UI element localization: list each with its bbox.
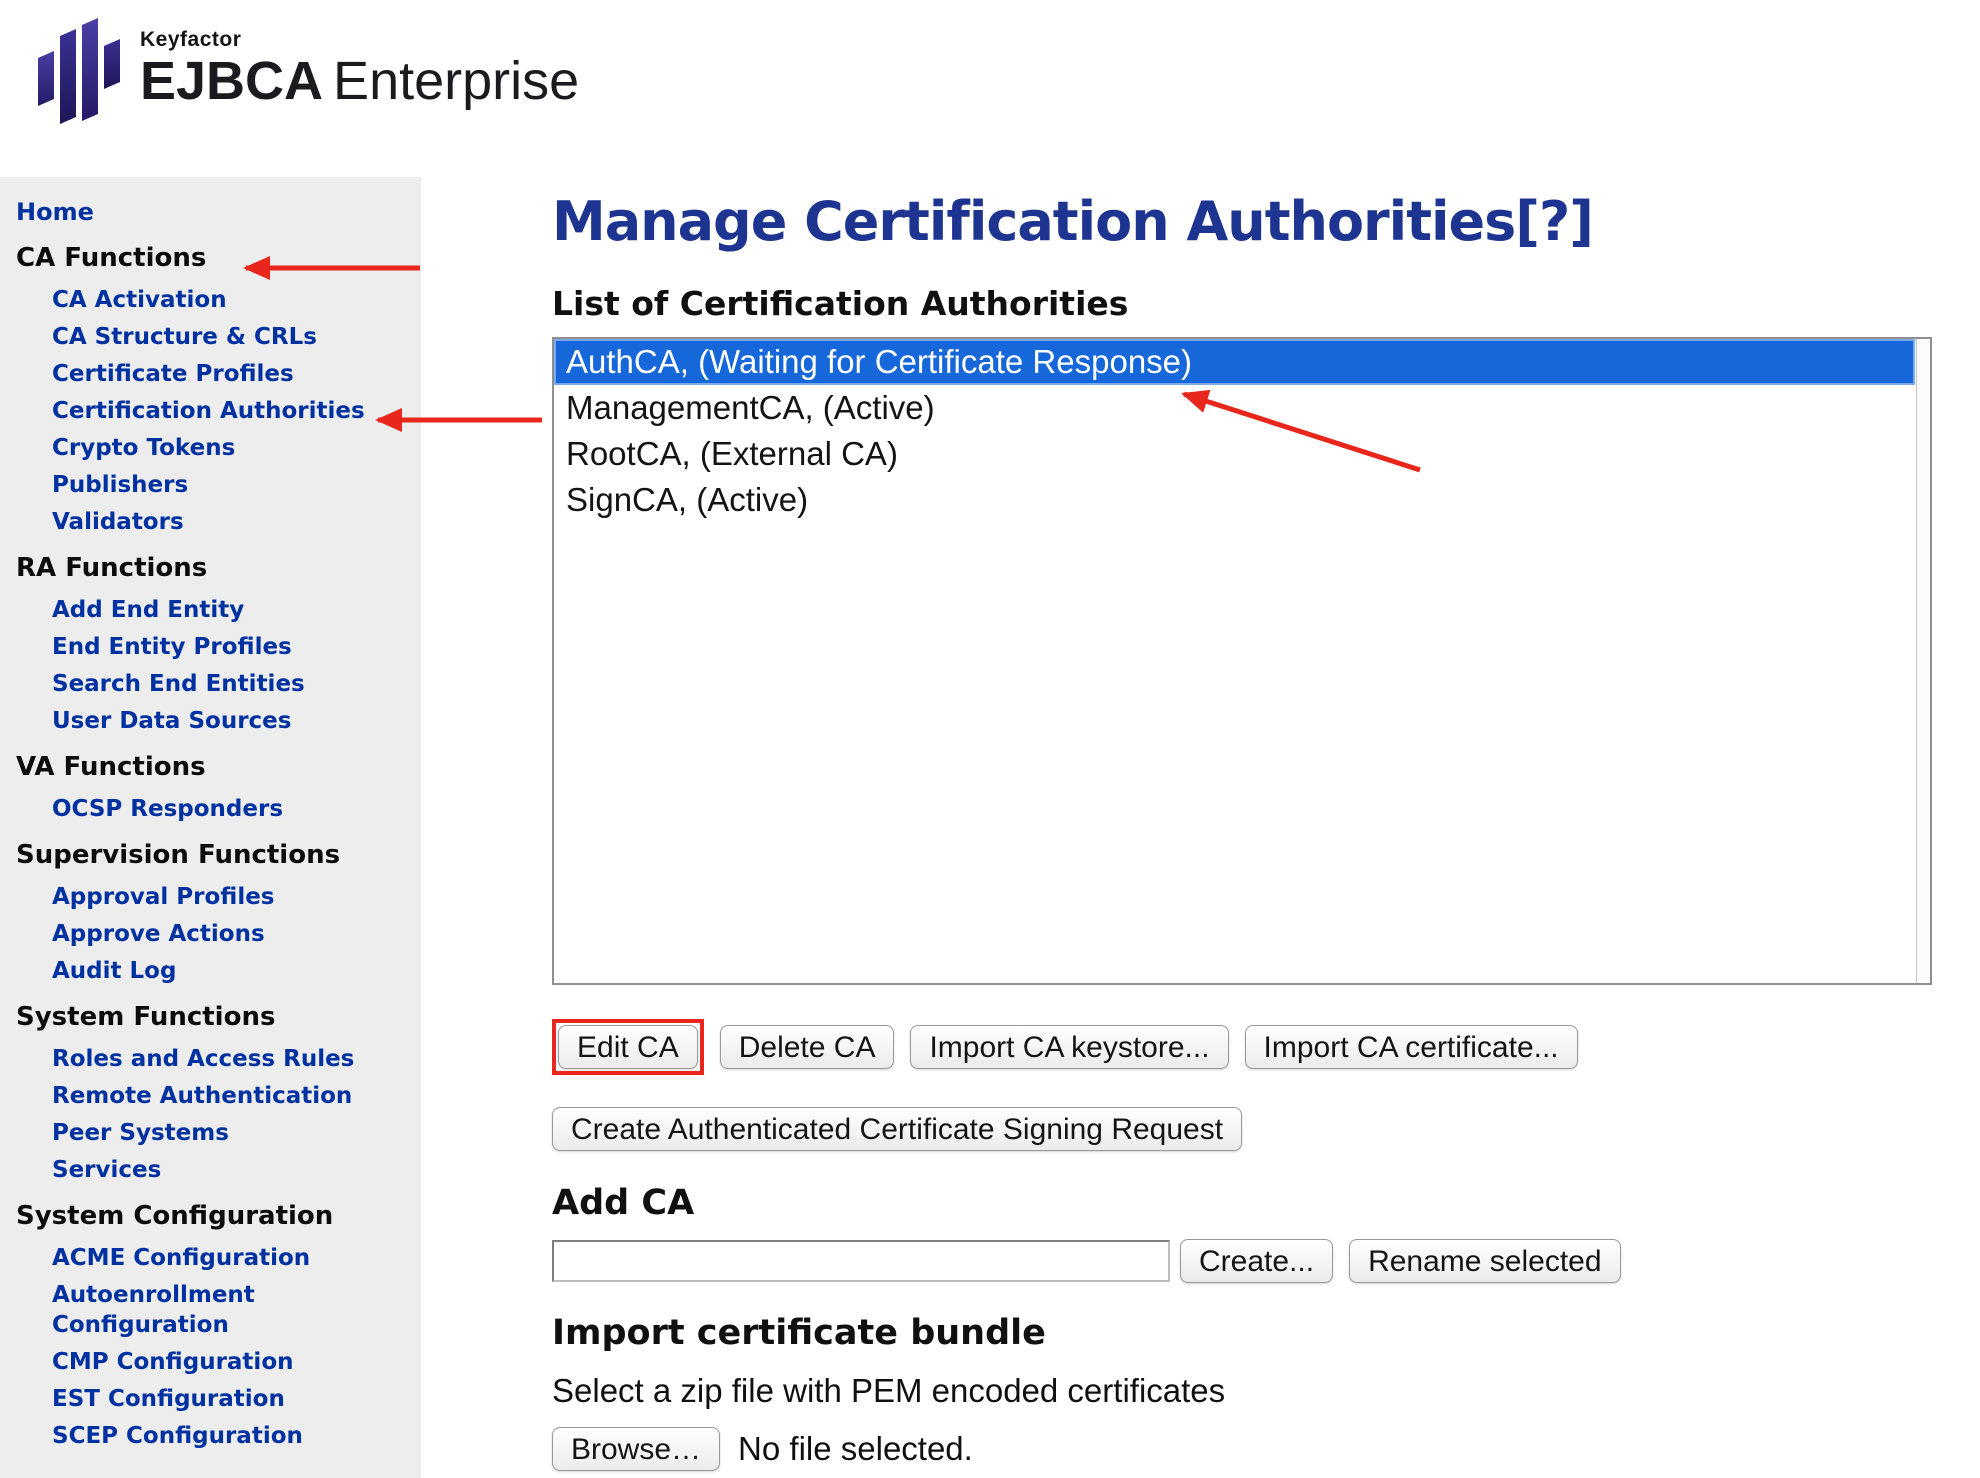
sidebar-item-home[interactable]: Home [16, 197, 409, 227]
sidebar-item-scep-configuration[interactable]: SCEP Configuration [52, 1421, 409, 1451]
ca-list-option-signca[interactable]: SignCA, (Active) [554, 477, 1915, 523]
sidebar-item-ca-activation[interactable]: CA Activation [52, 285, 409, 315]
no-file-selected-text: No file selected. [738, 1430, 973, 1468]
import-ca-certificate-button[interactable]: Import CA certificate... [1245, 1025, 1578, 1069]
sidebar-item-approval-profiles[interactable]: Approval Profiles [52, 882, 409, 912]
sidebar-section-title-supervision-functions: Supervision Functions [16, 839, 409, 872]
sidebar-section-title-va-functions: VA Functions [16, 751, 409, 784]
sidebar-item-crypto-tokens[interactable]: Crypto Tokens [52, 433, 409, 463]
sidebar-section-items: Roles and Access Rules Remote Authentica… [16, 1044, 409, 1185]
sidebar-item-certification-authorities[interactable]: Certification Authorities [52, 396, 409, 426]
sidebar-section-ca-functions: CA Functions CA Activation CA Structure … [16, 242, 409, 537]
delete-ca-button[interactable]: Delete CA [720, 1025, 895, 1069]
help-link[interactable]: [?] [1515, 190, 1593, 253]
sidebar: Home CA Functions CA Activation CA Struc… [0, 177, 421, 1478]
add-ca-heading: Add CA [552, 1181, 1952, 1225]
ca-list-option-managementca[interactable]: ManagementCA, (Active) [554, 385, 1915, 431]
browse-file-button[interactable]: Browse… [552, 1427, 720, 1471]
sidebar-section-items: Add End Entity End Entity Profiles Searc… [16, 595, 409, 736]
rename-selected-button[interactable]: Rename selected [1349, 1239, 1620, 1283]
edit-ca-annotation-highlight: Edit CA [552, 1019, 704, 1075]
import-bundle-description: Select a zip file with PEM encoded certi… [552, 1371, 1952, 1411]
ca-actions-row: Edit CA Delete CA Import CA keystore... … [552, 1019, 1952, 1075]
sidebar-item-certificate-profiles[interactable]: Certificate Profiles [52, 359, 409, 389]
sidebar-item-publishers[interactable]: Publishers [52, 470, 409, 500]
sidebar-section-title-system-functions: System Functions [16, 1001, 409, 1034]
import-ca-keystore-button[interactable]: Import CA keystore... [910, 1025, 1228, 1069]
page-title-text: Manage Certification Authorities [552, 190, 1515, 253]
import-bundle-heading: Import certificate bundle [552, 1311, 1952, 1355]
browse-row: Browse… No file selected. [552, 1427, 1952, 1471]
sidebar-item-end-entity-profiles[interactable]: End Entity Profiles [52, 632, 409, 662]
sidebar-item-remote-authentication[interactable]: Remote Authentication [52, 1081, 409, 1111]
sidebar-item-services[interactable]: Services [52, 1155, 409, 1185]
sidebar-item-ocsp-responders[interactable]: OCSP Responders [52, 794, 409, 824]
sidebar-item-autoenrollment-configuration[interactable]: Autoenrollment Configuration [52, 1280, 409, 1340]
sidebar-item-audit-log[interactable]: Audit Log [52, 956, 409, 986]
sidebar-item-cmp-configuration[interactable]: CMP Configuration [52, 1347, 409, 1377]
sidebar-section-items: OCSP Responders [16, 794, 409, 824]
keyfactor-logo-icon [36, 16, 124, 128]
sidebar-item-est-configuration[interactable]: EST Configuration [52, 1384, 409, 1414]
sidebar-section-system-functions: System Functions Roles and Access Rules … [16, 1001, 409, 1185]
brand-company: Keyfactor [140, 28, 579, 52]
sidebar-item-user-data-sources[interactable]: User Data Sources [52, 706, 409, 736]
sidebar-section-title-ca-functions: CA Functions [16, 242, 409, 275]
sidebar-item-peer-systems[interactable]: Peer Systems [52, 1118, 409, 1148]
ca-list-heading: List of Certification Authorities [552, 283, 1952, 325]
sidebar-item-validators[interactable]: Validators [52, 507, 409, 537]
listbox-scrollbar[interactable] [1916, 339, 1930, 983]
sidebar-item-approve-actions[interactable]: Approve Actions [52, 919, 409, 949]
header: Keyfactor EJBCAEnterprise [0, 0, 1980, 177]
sidebar-item-add-end-entity[interactable]: Add End Entity [52, 595, 409, 625]
brand-product-edition: Enterprise [333, 51, 579, 111]
sidebar-item-ca-structure-crls[interactable]: CA Structure & CRLs [52, 322, 409, 352]
sidebar-section-ra-functions: RA Functions Add End Entity End Entity P… [16, 552, 409, 736]
sidebar-section-items: ACME Configuration Autoenrollment Config… [16, 1243, 409, 1451]
add-ca-row: Create... Rename selected [552, 1239, 1952, 1283]
ca-list-option-rootca[interactable]: RootCA, (External CA) [554, 431, 1915, 477]
sidebar-section-items: CA Activation CA Structure & CRLs Certif… [16, 285, 409, 537]
create-ca-button[interactable]: Create... [1180, 1239, 1333, 1283]
sidebar-section-items: Approval Profiles Approve Actions Audit … [16, 882, 409, 986]
add-ca-name-input[interactable] [552, 1240, 1170, 1282]
sidebar-item-roles-and-access-rules[interactable]: Roles and Access Rules [52, 1044, 409, 1074]
sidebar-section-system-configuration: System Configuration ACME Configuration … [16, 1200, 409, 1451]
csr-row: Create Authenticated Certificate Signing… [552, 1107, 1952, 1151]
ca-listbox[interactable]: AuthCA, (Waiting for Certificate Respons… [552, 337, 1932, 985]
sidebar-item-acme-configuration[interactable]: ACME Configuration [52, 1243, 409, 1273]
page-title: Manage Certification Authorities[?] [552, 189, 1952, 255]
create-authenticated-csr-button[interactable]: Create Authenticated Certificate Signing… [552, 1107, 1242, 1151]
sidebar-section-title-system-configuration: System Configuration [16, 1200, 409, 1233]
brand-product: EJBCAEnterprise [140, 52, 579, 111]
keyfactor-ejbca-logo: Keyfactor EJBCAEnterprise [36, 16, 579, 128]
logo-text: Keyfactor EJBCAEnterprise [140, 16, 579, 111]
main-content: Manage Certification Authorities[?] List… [552, 177, 1952, 1471]
sidebar-item-search-end-entities[interactable]: Search End Entities [52, 669, 409, 699]
brand-product-name: EJBCA [140, 51, 323, 111]
sidebar-section-supervision-functions: Supervision Functions Approval Profiles … [16, 839, 409, 986]
sidebar-section-va-functions: VA Functions OCSP Responders [16, 751, 409, 824]
edit-ca-button[interactable]: Edit CA [558, 1025, 698, 1069]
ca-list-option-authca[interactable]: AuthCA, (Waiting for Certificate Respons… [554, 339, 1915, 385]
sidebar-section-title-ra-functions: RA Functions [16, 552, 409, 585]
